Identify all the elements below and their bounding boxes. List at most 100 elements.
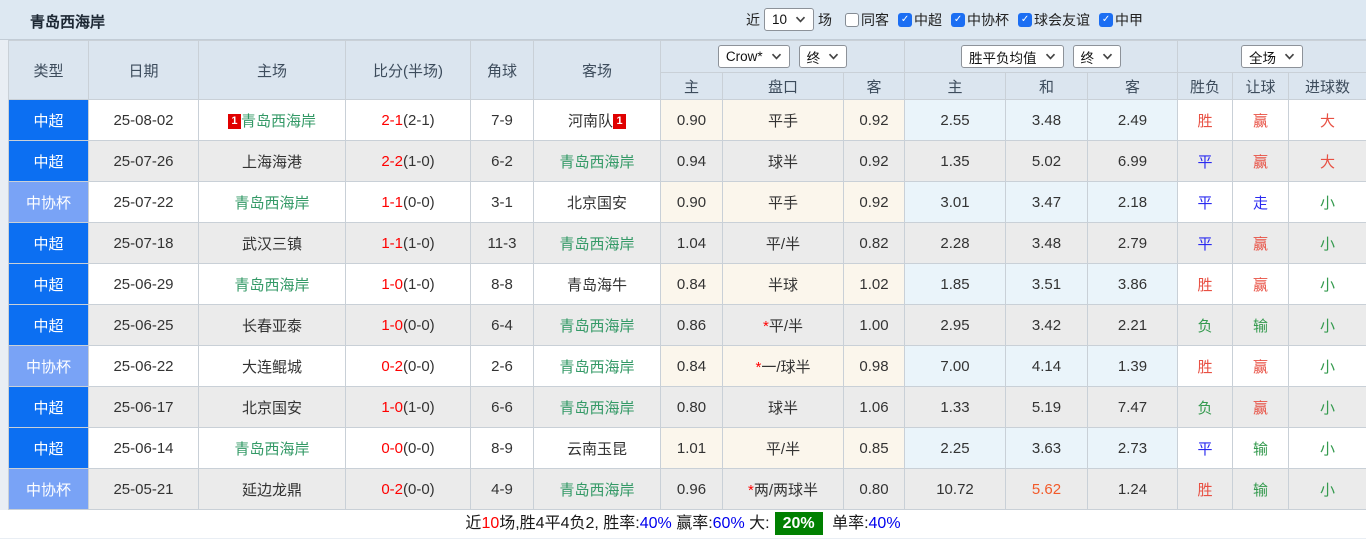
match-type-cell: 中超 [8, 427, 89, 469]
result-handicap-cell: 输 [1232, 468, 1290, 510]
match-row: 中协杯 25-05-21 延边龙鼎 0-2(0-0) 4-9 青岛西海岸 0.9… [8, 468, 1366, 510]
odds-group-header: 胜平负均值 终 [903, 40, 1179, 73]
score-cell: 0-0(0-0) [345, 427, 471, 469]
filter-checkbox[interactable]: ✓ [1099, 12, 1114, 27]
odds-draw-cell: 5.19 [1005, 386, 1088, 428]
odds-home-cell: 2.55 [904, 99, 1006, 141]
handicap-line-cell: 球半 [722, 140, 844, 182]
summary-segment: 60% [712, 515, 745, 532]
odds-draw-cell: 3.51 [1005, 263, 1088, 305]
handicap-line-text: 平手 [767, 194, 798, 212]
corners-cell: 8-9 [470, 427, 534, 469]
rank-badge: 1 [613, 113, 626, 129]
odds-away-cell: 1.24 [1086, 468, 1179, 510]
match-table-body: 中超 25-08-02 1 青岛西海岸 2-1(2-1) 7-9 河南队 1 0.9… [8, 99, 1366, 510]
chevron-down-icon [771, 53, 781, 60]
result-wdl-cell: 平 [1177, 222, 1234, 264]
handicap-home-odds-cell: 0.80 [660, 386, 723, 428]
handicap-line-text: 球半 [767, 399, 798, 417]
halftime-score: (0-0) [403, 193, 435, 211]
chevron-down-icon [829, 53, 839, 60]
odds-away-cell: 2.49 [1086, 99, 1179, 141]
match-row: 中超 25-07-18 武汉三镇 1-1(1-0) 11-3 青岛西海岸 1.0… [8, 222, 1366, 264]
filter-checkbox[interactable]: ✓ [898, 12, 913, 27]
halftime-score: (0-0) [403, 480, 435, 498]
odds-time-select[interactable]: 终 [1072, 45, 1122, 68]
score-cell: 2-2(1-0) [345, 140, 471, 182]
handicap-home-odds-cell: 1.01 [660, 427, 723, 469]
odds-home-cell: 1.85 [904, 263, 1006, 305]
date-cell: 25-06-14 [88, 427, 199, 469]
away-team-cell: 青岛西海岸 [533, 386, 661, 428]
result-wdl-cell: 平 [1177, 181, 1234, 223]
result-handicap-cell: 赢 [1232, 386, 1290, 428]
home-team-cell: 北京国安 [198, 386, 346, 428]
home-team-name: 长春亚泰 [241, 317, 302, 335]
corners-cell: 6-2 [470, 140, 534, 182]
col-header-type: 类型 [8, 40, 89, 100]
date-cell: 25-07-22 [88, 181, 199, 223]
handicap-line-text: 平/半 [768, 317, 803, 335]
filter-checkbox-label: 中超 [914, 11, 943, 28]
bookmaker-select-value: Crow* [725, 49, 763, 64]
home-team-name: 大连鲲城 [241, 358, 302, 376]
match-row: 中协杯 25-06-22 大连鲲城 0-2(0-0) 2-6 青岛西海岸 0.8… [8, 345, 1366, 387]
filter-checkbox[interactable]: ✓ [1018, 12, 1033, 27]
filter-checkbox[interactable] [845, 12, 860, 27]
handicap-away-odds-cell: 0.85 [843, 427, 905, 469]
away-team-cell: 青岛西海岸 [533, 304, 661, 346]
handicap-time-select[interactable]: 终 [798, 45, 848, 68]
team-title: 青岛西海岸 [30, 14, 106, 31]
corners-cell: 3-1 [470, 181, 534, 223]
handicap-group-header: Crow* 终 [660, 40, 905, 73]
result-handicap-cell: 输 [1232, 427, 1290, 469]
bookmaker-select[interactable]: Crow* [717, 45, 790, 68]
home-team-cell: 青岛西海岸 [198, 263, 346, 305]
home-team-cell: 大连鲲城 [198, 345, 346, 387]
scope-select[interactable]: 全场 [1241, 45, 1304, 68]
odds-draw-cell: 3.42 [1005, 304, 1088, 346]
odds-home-cell: 1.33 [904, 386, 1006, 428]
away-team-name: 青岛西海岸 [559, 317, 635, 335]
halftime-score: (0-0) [403, 439, 435, 457]
odds-away-cell: 1.39 [1086, 345, 1179, 387]
away-team-name: 云南玉昆 [566, 440, 627, 458]
result-handicap-cell: 走 [1232, 181, 1290, 223]
away-team-name: 河南队 [567, 112, 613, 130]
date-cell: 25-06-17 [88, 386, 199, 428]
home-team-cell: 延边龙鼎 [198, 468, 346, 510]
odds-home-cell: 10.72 [904, 468, 1006, 510]
handicap-away-odds-cell: 0.82 [843, 222, 905, 264]
recent-label: 近 [746, 11, 760, 28]
odds-type-select[interactable]: 胜平负均值 [961, 45, 1064, 68]
filter-checkbox-label: 中协杯 [967, 11, 1010, 28]
odds-type-select-value: 胜平负均值 [969, 50, 1037, 66]
corners-cell: 7-9 [470, 99, 534, 141]
home-team-name: 北京国安 [241, 399, 302, 417]
filter-checkbox[interactable]: ✓ [951, 12, 966, 27]
handicap-line-cell: 平手 [722, 181, 844, 223]
summary-segment: 40% [639, 515, 672, 532]
table-header: 类型 日期 主场 比分(半场) 角球 客场 Crow* 终 胜平负均值 终 全场… [8, 40, 1366, 100]
handicap-line-cell: 平/半 [722, 427, 844, 469]
away-team-cell: 青岛西海岸 [533, 345, 661, 387]
summary-segment: 40% [868, 515, 901, 532]
odds-time-select-value: 终 [1080, 50, 1095, 66]
recent-count-select[interactable]: 10 [764, 8, 815, 31]
halftime-score: (1-0) [403, 234, 435, 252]
score-cell: 1-1(1-0) [345, 222, 471, 264]
result-handicap-cell: 赢 [1232, 99, 1290, 141]
corners-cell: 11-3 [470, 222, 534, 264]
result-goals-cell: 大 [1288, 140, 1366, 182]
odds-home-cell: 2.28 [904, 222, 1006, 264]
match-type-cell: 中超 [8, 304, 89, 346]
halftime-score: (1-0) [403, 152, 435, 170]
handicap-home-odds-cell: 0.90 [660, 181, 723, 223]
handicap-away-odds-cell: 1.06 [843, 386, 905, 428]
result-wdl-cell: 平 [1177, 427, 1234, 469]
odds-draw-cell: 3.48 [1005, 222, 1088, 264]
corners-cell: 4-9 [470, 468, 534, 510]
handicap-line-cell: *两/两球半 [722, 468, 844, 510]
odds-home-cell: 2.25 [904, 427, 1006, 469]
odds-away-cell: 2.18 [1086, 181, 1179, 223]
